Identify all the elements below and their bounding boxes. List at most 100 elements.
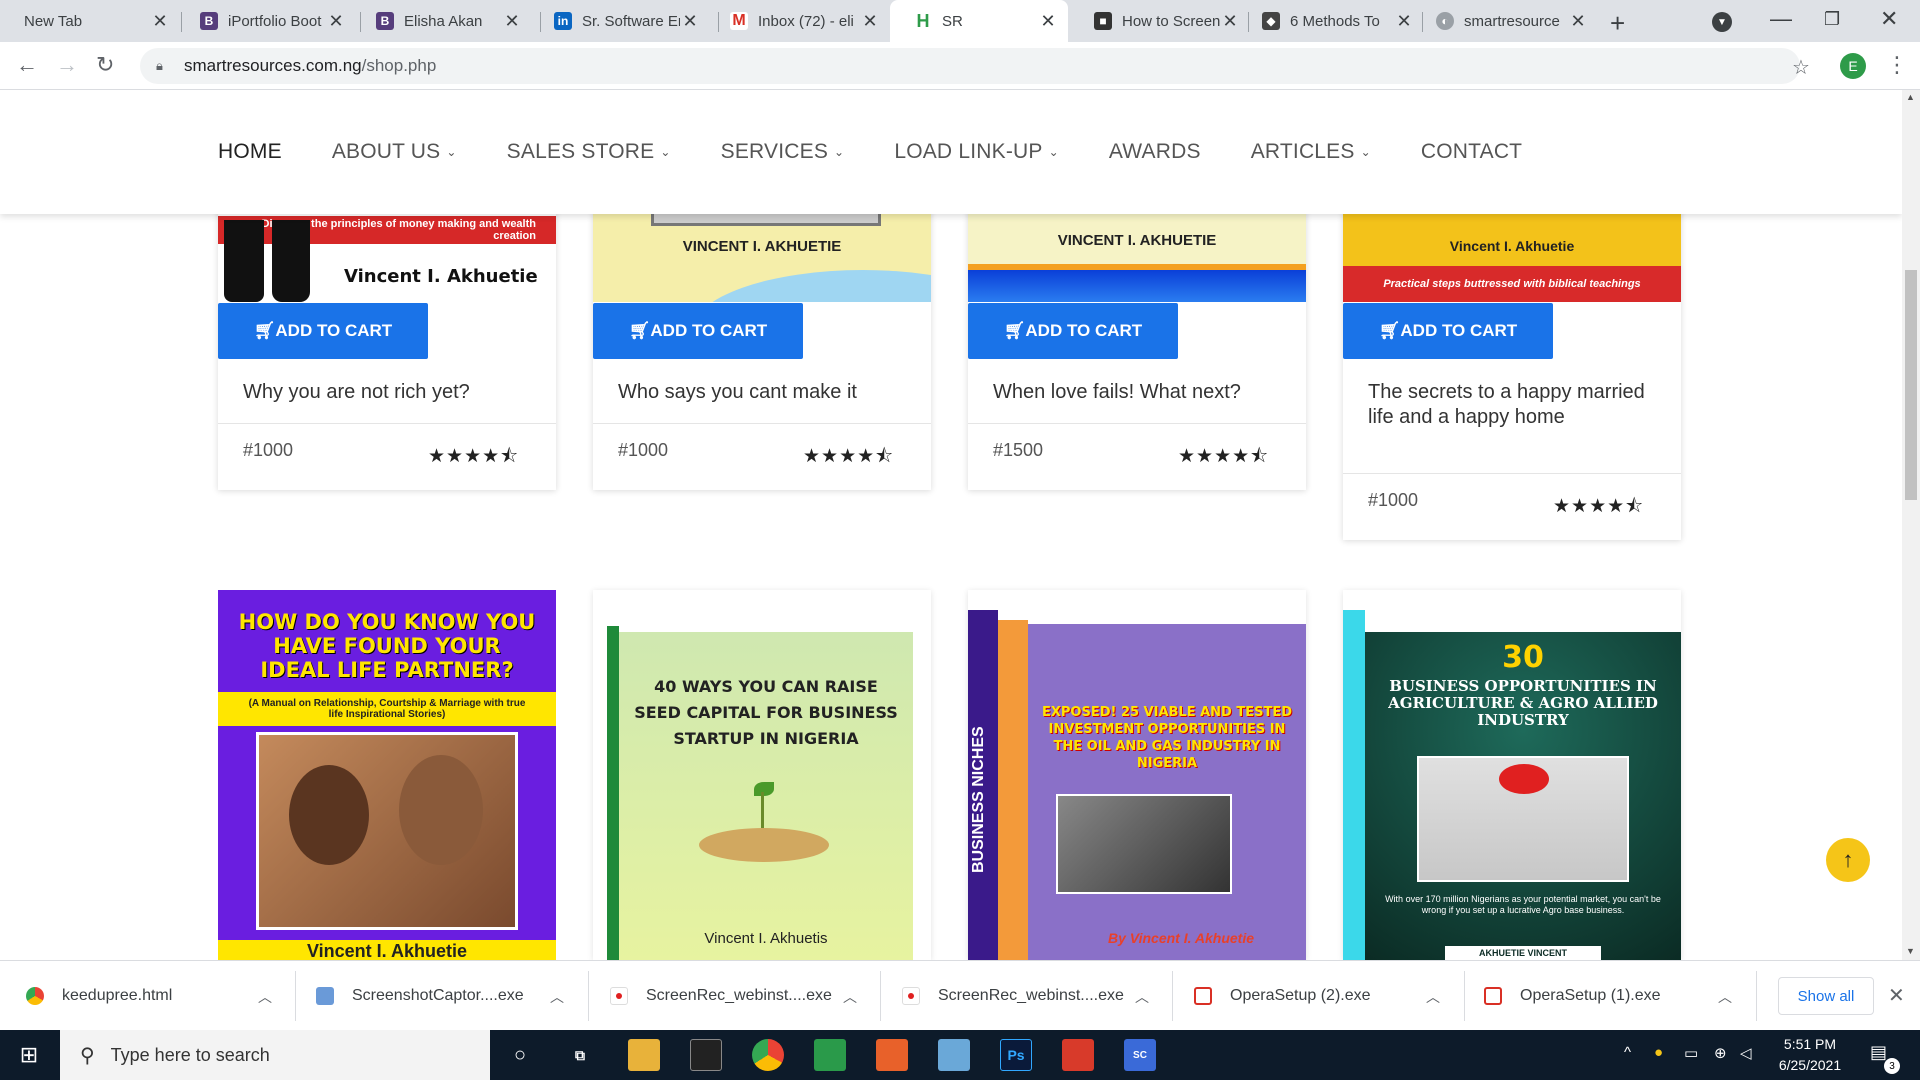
chevron-up-icon[interactable]: ︿ bbox=[258, 987, 272, 1007]
cortana-icon[interactable]: ○ bbox=[504, 1039, 536, 1071]
window-close-icon[interactable]: ✕ bbox=[1880, 6, 1898, 32]
close-icon[interactable]: ✕ bbox=[1038, 11, 1058, 32]
back-icon[interactable]: ← bbox=[16, 52, 38, 78]
chevron-up-icon[interactable]: ︿ bbox=[843, 987, 857, 1007]
battery-icon[interactable]: ▭ bbox=[1684, 1044, 1698, 1062]
close-icon[interactable]: ✕ bbox=[1394, 11, 1414, 32]
close-icon[interactable]: ✕ bbox=[150, 11, 170, 32]
windows-start-icon[interactable]: ⊞ bbox=[0, 1030, 58, 1080]
bookmark-star-icon[interactable]: ☆ bbox=[1792, 55, 1810, 80]
tab-6-methods[interactable]: ◆ 6 Methods To ✕ bbox=[1238, 0, 1424, 42]
book-cover[interactable]: BUSINESS NICHES EXPOSED! 25 VIABLE AND T… bbox=[968, 590, 1306, 960]
close-icon[interactable]: ✕ bbox=[680, 11, 700, 32]
show-hidden-icons-icon[interactable]: ^ bbox=[1624, 1044, 1631, 1061]
file-explorer-icon[interactable] bbox=[628, 1039, 660, 1071]
scroll-up-arrow-icon[interactable]: ▲ bbox=[1906, 92, 1915, 102]
cover-subtitle: (A Manual on Relationship, Courtship & M… bbox=[218, 692, 556, 726]
nav-awards[interactable]: AWARDS bbox=[1109, 140, 1201, 164]
app-icon[interactable] bbox=[938, 1039, 970, 1071]
page-scrollbar[interactable]: ▲ ▼ bbox=[1902, 90, 1920, 960]
chevron-up-icon[interactable]: ︿ bbox=[1135, 987, 1149, 1007]
close-icon[interactable]: ✕ bbox=[1220, 11, 1240, 32]
add-to-cart-button[interactable]: 🛒︎ ADD TO CART bbox=[1343, 303, 1553, 359]
chevron-up-icon[interactable]: ︿ bbox=[1426, 987, 1440, 1007]
security-icon[interactable]: ● bbox=[1654, 1044, 1663, 1061]
record-dot-icon bbox=[908, 993, 914, 999]
url-input[interactable]: 🔒︎ smartresources.com.ng/shop.php bbox=[140, 48, 1800, 84]
tab-gmail[interactable]: M Inbox (72) - eli ✕ bbox=[706, 0, 890, 42]
product-title[interactable]: Why you are not rich yet? bbox=[243, 380, 543, 405]
scroll-to-top-button[interactable]: ↑ bbox=[1826, 838, 1870, 882]
add-to-cart-button[interactable]: 🛒︎ ADD TO CART bbox=[218, 303, 428, 359]
cart-icon: 🛒︎ bbox=[1378, 321, 1401, 340]
page-viewport: HOME ABOUT US ⌄ SALES STORE ⌄ SERVICES ⌄ LO… bbox=[0, 90, 1902, 960]
download-item[interactable]: OperaSetup (2).exe bbox=[1194, 961, 1444, 1031]
profile-avatar[interactable]: E bbox=[1840, 53, 1866, 79]
xampp-icon[interactable] bbox=[876, 1039, 908, 1071]
tab-smartresource[interactable]: ◐ smartresource ✕ bbox=[1412, 0, 1598, 42]
nav-articles[interactable]: ARTICLES ⌄ bbox=[1251, 140, 1371, 164]
system-clock[interactable]: 5:51 PM 6/25/2021 bbox=[1760, 1034, 1860, 1076]
nav-about-us[interactable]: ABOUT US ⌄ bbox=[332, 140, 457, 164]
add-to-cart-button[interactable]: 🛒︎ ADD TO CART bbox=[968, 303, 1178, 359]
product-title[interactable]: When love fails! What next? bbox=[993, 380, 1293, 405]
download-filename: keedupree.html bbox=[62, 987, 173, 1004]
chevron-up-icon[interactable]: ︿ bbox=[1718, 987, 1732, 1007]
download-item[interactable]: ScreenRec_webinst....exe bbox=[610, 961, 860, 1031]
close-icon[interactable]: ✕ bbox=[1568, 11, 1588, 32]
forward-icon[interactable]: → bbox=[56, 52, 78, 78]
tab-search-icon[interactable]: ▼ bbox=[1712, 12, 1732, 32]
cover-banner: Practical steps buttressed with biblical… bbox=[1343, 266, 1681, 302]
scroll-down-arrow-icon[interactable]: ▼ bbox=[1906, 946, 1915, 956]
close-icon[interactable]: ✕ bbox=[326, 11, 346, 32]
show-all-downloads-button[interactable]: Show all bbox=[1778, 977, 1874, 1015]
nav-load-link-up[interactable]: LOAD LINK-UP ⌄ bbox=[894, 140, 1059, 164]
tab-label: SR bbox=[942, 12, 963, 30]
image-viewer-icon[interactable] bbox=[814, 1039, 846, 1071]
chevron-up-icon[interactable]: ︿ bbox=[550, 987, 564, 1007]
reload-icon[interactable]: ↻ bbox=[96, 52, 114, 78]
close-icon[interactable]: ✕ bbox=[860, 11, 880, 32]
scrollbar-thumb[interactable] bbox=[1905, 270, 1917, 500]
download-item[interactable]: ScreenshotCaptor....exe bbox=[316, 961, 566, 1031]
git-icon[interactable] bbox=[1062, 1039, 1094, 1071]
chrome-taskbar-icon[interactable] bbox=[752, 1039, 784, 1071]
tab-iportfolio[interactable]: B iPortfolio Boot ✕ bbox=[176, 0, 356, 42]
nav-services[interactable]: SERVICES ⌄ bbox=[721, 140, 845, 164]
screencast-icon[interactable]: SC bbox=[1124, 1039, 1156, 1071]
cover-stripe bbox=[998, 620, 1028, 960]
book-cover[interactable]: 40 WAYS YOU CAN RAISE SEED CAPITAL FOR B… bbox=[593, 590, 931, 960]
tab-linkedin[interactable]: in Sr. Software Er ✕ bbox=[530, 0, 710, 42]
tab-sr-active[interactable]: H SR ✕ bbox=[890, 0, 1068, 42]
tab-how-to-screen[interactable]: ■ How to Screen ✕ bbox=[1070, 0, 1250, 42]
download-item[interactable]: ScreenRec_webinst....exe bbox=[902, 961, 1152, 1031]
chrome-menu-icon[interactable]: ⋮ bbox=[1886, 52, 1908, 78]
book-cover[interactable]: HOW DO YOU KNOW YOU HAVE FOUND YOUR IDEA… bbox=[218, 590, 556, 960]
volume-icon[interactable]: ◁ bbox=[1740, 1044, 1752, 1062]
task-view-icon[interactable]: ⧉ bbox=[564, 1039, 596, 1071]
close-downloads-icon[interactable]: ✕ bbox=[1888, 983, 1905, 1008]
nav-sales-store[interactable]: SALES STORE ⌄ bbox=[507, 140, 671, 164]
tab-elisha[interactable]: B Elisha Akan ✕ bbox=[352, 0, 532, 42]
taskbar-search-input[interactable]: ⚲ Type here to search bbox=[60, 1030, 490, 1080]
restore-icon[interactable]: ❐ bbox=[1824, 9, 1840, 30]
book-cover[interactable]: 30 BUSINESS OPPORTUNITIES IN AGRICULTURE… bbox=[1343, 590, 1681, 960]
download-item[interactable]: keedupree.html bbox=[26, 961, 276, 1031]
screenshotcaptor-icon bbox=[316, 987, 334, 1005]
cover-spine bbox=[1343, 610, 1365, 960]
tab-new-tab[interactable]: New Tab ✕ bbox=[0, 0, 180, 42]
notifications-icon[interactable]: ▤ bbox=[1870, 1042, 1887, 1063]
nav-contact[interactable]: CONTACT bbox=[1421, 140, 1522, 164]
terminal-icon[interactable] bbox=[690, 1039, 722, 1071]
new-tab-button[interactable]: + bbox=[1610, 8, 1625, 39]
download-item[interactable]: OperaSetup (1).exe bbox=[1484, 961, 1734, 1031]
minimize-icon[interactable]: — bbox=[1770, 6, 1792, 32]
close-icon[interactable]: ✕ bbox=[502, 11, 522, 32]
add-to-cart-button[interactable]: 🛒︎ ADD TO CART bbox=[593, 303, 803, 359]
network-icon[interactable]: ⊕ bbox=[1714, 1044, 1727, 1062]
cover-author: VINCENT I. AKHUETIE bbox=[682, 238, 842, 255]
nav-home[interactable]: HOME bbox=[218, 140, 282, 164]
product-title[interactable]: Who says you cant make it bbox=[618, 380, 918, 405]
product-title[interactable]: The secrets to a happy married life and … bbox=[1368, 380, 1668, 430]
photoshop-icon[interactable]: Ps bbox=[1000, 1039, 1032, 1071]
